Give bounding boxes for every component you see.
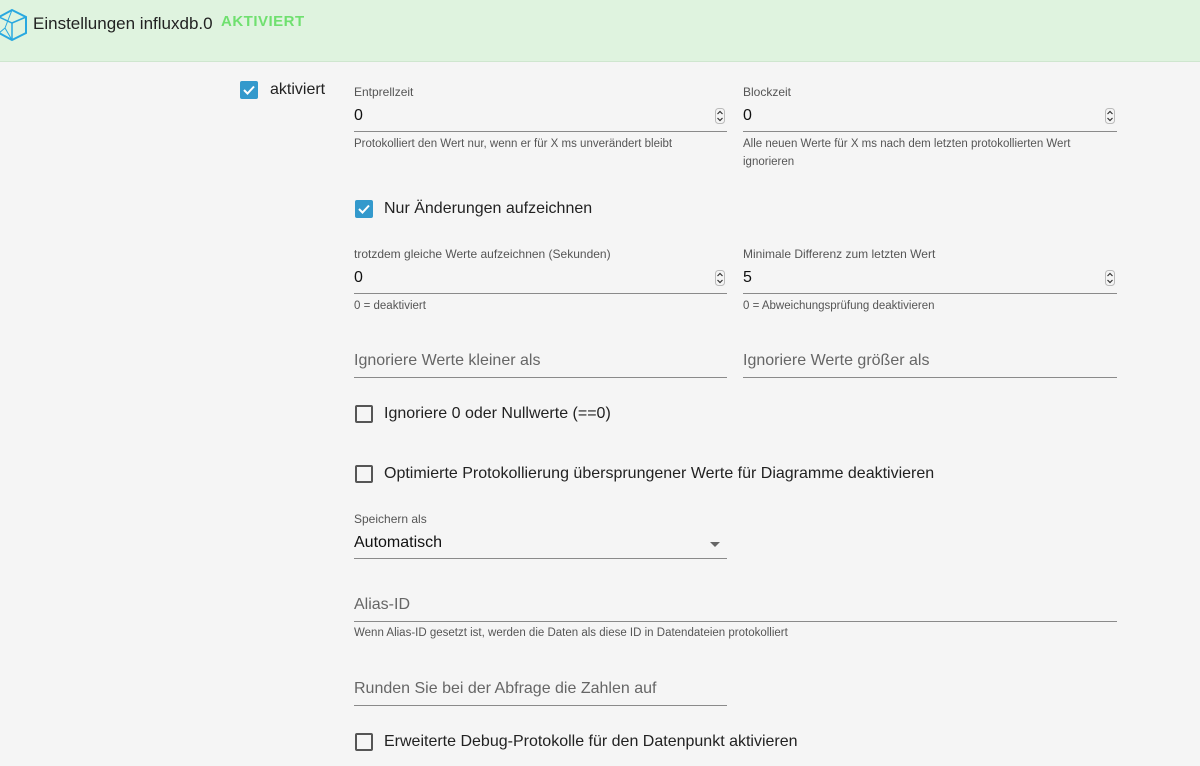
- checkmark-icon: [358, 204, 370, 214]
- blocktime-underline: [743, 131, 1117, 132]
- ignore-above-input[interactable]: Ignoriere Werte größer als: [743, 345, 1117, 377]
- spinner-icon[interactable]: [1105, 270, 1115, 286]
- store-as-value: Automatisch: [354, 534, 443, 551]
- ignore-below-input[interactable]: Ignoriere Werte kleiner als: [354, 345, 727, 377]
- store-as-label: Speichern als: [354, 512, 427, 526]
- blocktime-label: Blockzeit: [743, 85, 792, 99]
- ignore-below-underline: [354, 377, 727, 378]
- alias-placeholder: Alias-ID: [354, 596, 411, 613]
- changes-only-checkbox[interactable]: [355, 200, 373, 218]
- min-diff-label: Minimale Differenz zum letzten Wert: [743, 247, 936, 261]
- record-same-help: 0 = deaktiviert: [354, 300, 426, 312]
- blocktime-value: 0: [743, 107, 752, 124]
- ignore-zero-label: Ignoriere 0 oder Nullwerte (==0): [384, 405, 611, 422]
- min-diff-help: 0 = Abweichungsprüfung deaktivieren: [743, 300, 935, 312]
- enabled-checkbox[interactable]: [240, 81, 258, 99]
- changes-only-label: Nur Änderungen aufzeichnen: [384, 200, 593, 217]
- alias-input[interactable]: Alias-ID: [354, 589, 1117, 621]
- status-badge: AKTIVIERT: [221, 13, 305, 30]
- min-diff-underline: [743, 293, 1117, 294]
- enabled-label: aktiviert: [270, 81, 326, 98]
- debounce-underline: [354, 131, 727, 132]
- spinner-icon[interactable]: [1105, 108, 1115, 124]
- record-same-value: 0: [354, 269, 363, 286]
- debounce-label: Entprellzeit: [354, 85, 414, 99]
- record-same-label: trotzdem gleiche Werte aufzeichnen (Seku…: [354, 247, 611, 261]
- min-diff-input[interactable]: 5: [743, 266, 1117, 294]
- page-title: Einstellungen influxdb.0: [33, 14, 213, 33]
- store-as-underline: [354, 558, 727, 559]
- debug-label: Erweiterte Debug-Protokolle für den Date…: [384, 733, 798, 750]
- debounce-input[interactable]: 0: [354, 104, 727, 132]
- spinner-icon[interactable]: [715, 108, 725, 124]
- min-diff-value: 5: [743, 269, 752, 286]
- record-same-input[interactable]: 0: [354, 266, 727, 294]
- chevron-down-icon: [710, 542, 720, 547]
- ignore-above-underline: [743, 377, 1117, 378]
- alias-help: Wenn Alias-ID gesetzt ist, werden die Da…: [354, 627, 788, 639]
- ignore-below-placeholder: Ignoriere Werte kleiner als: [354, 352, 541, 369]
- ignore-zero-checkbox[interactable]: [355, 405, 373, 423]
- blocktime-help: Alle neuen Werte für X ms nach dem letzt…: [743, 138, 1071, 168]
- store-as-select[interactable]: Automatisch: [354, 530, 727, 558]
- round-placeholder: Runden Sie bei der Abfrage die Zahlen au…: [354, 680, 657, 697]
- record-same-underline: [354, 293, 727, 294]
- debounce-value: 0: [354, 107, 363, 124]
- spinner-icon[interactable]: [715, 270, 725, 286]
- alias-underline: [354, 621, 1117, 622]
- settings-header: Einstellungen influxdb.0 AKTIVIERT: [0, 0, 1200, 62]
- round-underline: [354, 705, 727, 706]
- disable-skipped-checkbox[interactable]: [355, 465, 373, 483]
- blocktime-input[interactable]: 0: [743, 104, 1117, 132]
- disable-skipped-label: Optimierte Protokollierung übersprungene…: [384, 465, 935, 482]
- round-input[interactable]: Runden Sie bei der Abfrage die Zahlen au…: [354, 673, 727, 705]
- checkmark-icon: [243, 85, 255, 95]
- debug-checkbox[interactable]: [355, 733, 373, 751]
- polyhedron-icon: [0, 8, 27, 42]
- debounce-help: Protokolliert den Wert nur, wenn er für …: [354, 138, 673, 150]
- ignore-above-placeholder: Ignoriere Werte größer als: [743, 352, 930, 369]
